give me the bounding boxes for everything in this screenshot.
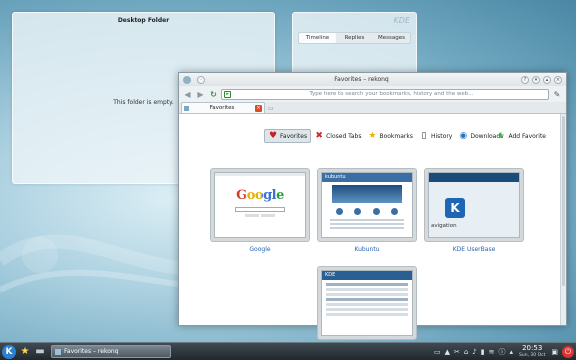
microblog-tabs: Timeline Replies Messages	[298, 32, 411, 44]
tab-favorites[interactable]: Favorites ×	[181, 102, 265, 113]
add-favorite-button[interactable]: + Add Favorite	[497, 131, 546, 141]
pin-icon[interactable]: ·	[197, 75, 205, 84]
new-tab-nav: ♥ Favorites ✖ Closed Tabs ★ Bookmarks ▯ …	[264, 129, 506, 143]
star-icon: ★	[368, 131, 377, 141]
taskbar-item-rekonq[interactable]: Favorites – rekonq	[51, 345, 171, 358]
notifications-icon[interactable]: ⓘ	[499, 347, 506, 357]
nav-bookmarks[interactable]: ★ Bookmarks	[364, 129, 416, 143]
tab-close-icon[interactable]: ×	[255, 104, 262, 112]
url-placeholder: Type here to search your bookmarks, hist…	[309, 91, 474, 97]
volume-icon[interactable]: ♪	[472, 348, 476, 356]
nav-history[interactable]: ▯ History	[416, 129, 455, 143]
maximize-icon[interactable]: ▴	[543, 75, 551, 84]
tab-bar: Favorites × ▭	[179, 102, 566, 114]
nav-history-label: History	[430, 132, 453, 140]
favorites-launcher-icon[interactable]: ★	[19, 346, 31, 358]
url-bar[interactable]: ▸ Type here to search your bookmarks, hi…	[221, 88, 549, 100]
show-desktop-icon[interactable]: ▬	[34, 346, 46, 358]
window-titlebar[interactable]: · Favorites – rekonq ? ▾ ▴ ×	[179, 73, 566, 86]
window-title: Favorites – rekonq	[334, 76, 389, 83]
download-icon: ◉	[459, 131, 468, 141]
thumbnail-preview: K avigation	[428, 172, 520, 238]
scrollbar-thumb[interactable]	[562, 116, 565, 286]
leave-icon[interactable]: ⏻	[562, 345, 574, 358]
navigation-toolbar: ◀ ▶ ↻ ▸ Type here to search your bookmar…	[179, 86, 566, 102]
clock[interactable]: 20:53 Sun, 30 Oct	[519, 343, 546, 359]
minimize-icon[interactable]: ▾	[532, 75, 540, 84]
klipper-icon[interactable]: ✂	[454, 348, 460, 356]
system-tray: ▭ ▲ ✂ ⌂ ♪ ▮ ≋ ⓘ ▴ 20:53 Sun, 30 Oct ▣ ⏻	[434, 343, 574, 359]
favorite-thumbnail-kde-forum[interactable]: KDE	[317, 266, 417, 340]
new-tab-icon[interactable]: ▭	[268, 104, 278, 113]
nav-closed-tabs-label: Closed Tabs	[326, 132, 362, 140]
thumbnail-preview: kubuntu	[321, 172, 413, 238]
wifi-icon[interactable]: ≋	[489, 348, 495, 356]
back-icon[interactable]: ◀	[182, 89, 193, 100]
nav-favorites[interactable]: ♥ Favorites	[264, 129, 312, 143]
taskbar-item-label: Favorites – rekonq	[64, 348, 119, 355]
kde-logo-icon: K	[445, 198, 465, 218]
favorite-caption-kde-userbase[interactable]: KDE UserBase	[424, 246, 524, 253]
battery-icon[interactable]: ▮	[481, 348, 485, 356]
heart-icon: ♥	[268, 131, 278, 141]
forward-icon[interactable]: ▶	[195, 89, 206, 100]
tray-expand-icon[interactable]: ▴	[510, 348, 514, 356]
google-logo: Google	[215, 188, 305, 203]
vertical-scrollbar[interactable]	[560, 114, 566, 325]
tab-messages[interactable]: Messages	[373, 33, 410, 43]
network-icon[interactable]: ⌂	[464, 348, 468, 356]
userbase-text: avigation	[431, 223, 457, 229]
help-icon[interactable]: ?	[521, 75, 529, 84]
window-menu-icon[interactable]	[183, 75, 191, 84]
favorite-thumbnail-kubuntu[interactable]: kubuntu	[317, 168, 417, 242]
lock-screen-icon[interactable]: ▣	[551, 348, 558, 356]
browser-window: · Favorites – rekonq ? ▾ ▴ × ◀ ▶ ↻ ▸ Typ…	[178, 72, 567, 340]
history-icon: ▯	[421, 131, 427, 141]
taskbar: K ★ ▬ Favorites – rekonq ▭ ▲ ✂ ⌂ ♪ ▮ ≋ ⓘ…	[0, 342, 576, 360]
kde-forum-header: KDE	[322, 271, 412, 280]
favorites-page: ♥ Favorites ✖ Closed Tabs ★ Bookmarks ▯ …	[179, 114, 560, 340]
close-icon[interactable]: ×	[554, 75, 562, 84]
go-icon[interactable]: ▸	[224, 90, 231, 98]
favorite-thumbnail-google[interactable]: Google	[210, 168, 310, 242]
wrench-icon[interactable]: ✎	[551, 90, 563, 99]
tab-timeline[interactable]: Timeline	[299, 33, 336, 43]
nav-closed-tabs[interactable]: ✖ Closed Tabs	[311, 129, 364, 143]
tab-favicon-icon	[184, 105, 189, 111]
microblog-logo: KDE	[393, 16, 410, 25]
device-notifier-icon[interactable]: ▲	[445, 348, 450, 356]
thumbnail-preview: KDE	[321, 270, 413, 336]
pager-icon[interactable]: ▭	[434, 348, 441, 356]
nav-favorites-label: Favorites	[280, 132, 308, 140]
clock-date: Sun, 30 Oct	[519, 352, 546, 358]
plus-icon: +	[496, 131, 505, 141]
add-favorite-label: Add Favorite	[508, 132, 547, 140]
closed-tabs-icon: ✖	[315, 131, 323, 141]
clock-time: 20:53	[522, 343, 543, 352]
favorite-thumbnail-kde-userbase[interactable]: K avigation	[424, 168, 524, 242]
folder-title: Desktop Folder	[117, 17, 170, 24]
thumbnail-preview: Google	[214, 172, 306, 238]
favorite-caption-kubuntu[interactable]: Kubuntu	[317, 246, 417, 253]
tab-replies[interactable]: Replies	[336, 33, 373, 43]
tab-label: Favorites	[209, 105, 235, 111]
nav-bookmarks-label: Bookmarks	[379, 132, 413, 140]
favorite-caption-google[interactable]: Google	[210, 246, 310, 253]
kde-menu-icon[interactable]: K	[2, 344, 16, 359]
window-icon	[55, 348, 61, 355]
kubuntu-header: kubuntu	[322, 173, 412, 182]
reload-icon[interactable]: ↻	[208, 89, 219, 100]
